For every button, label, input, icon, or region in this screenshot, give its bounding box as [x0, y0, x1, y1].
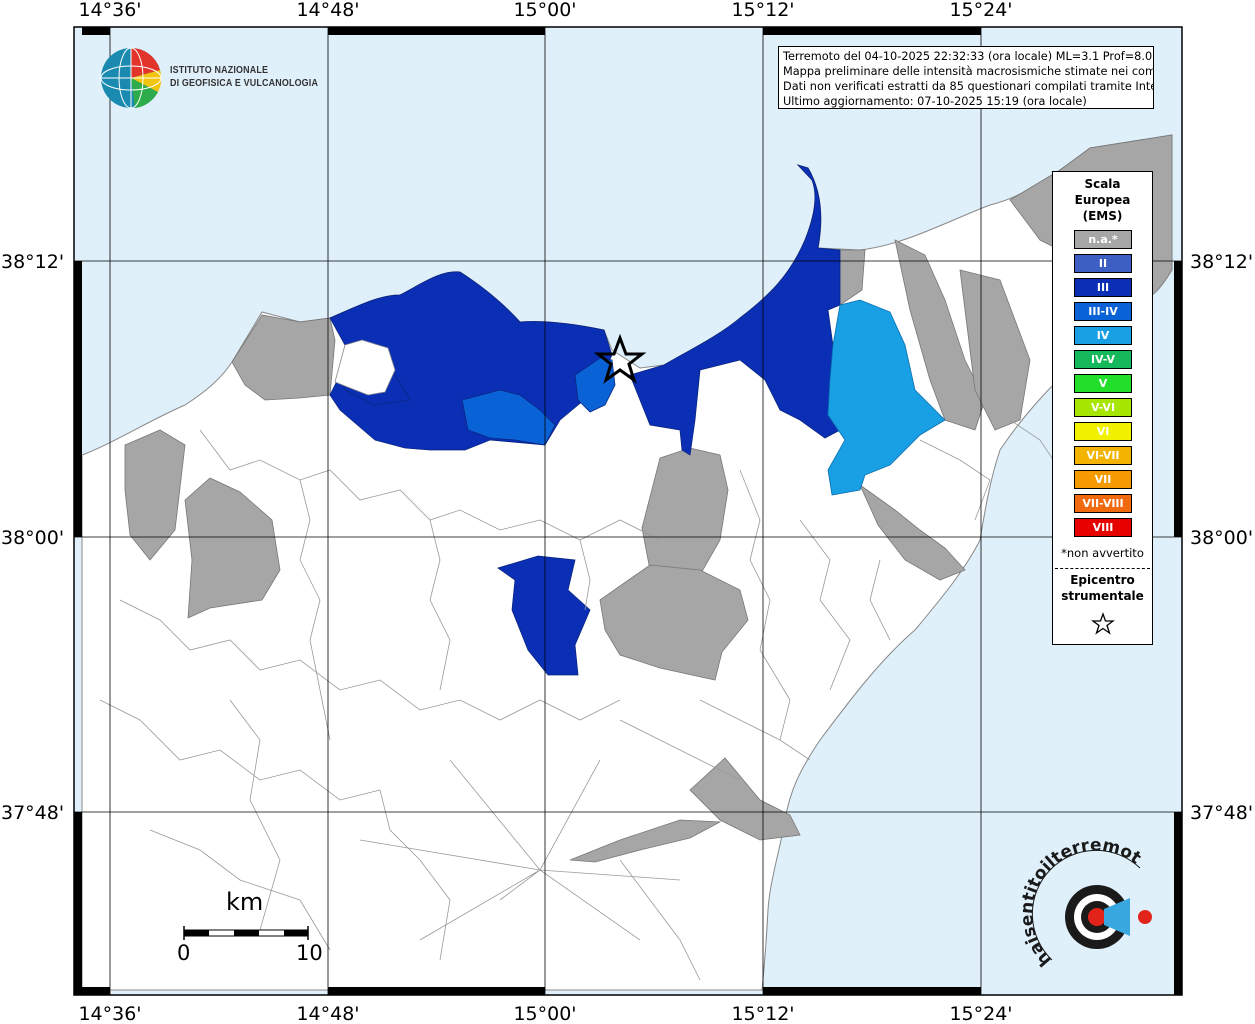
legend-item: V	[1074, 374, 1132, 393]
info-line: Mappa preliminare delle intensità macros…	[783, 65, 1154, 78]
legend-star-icon	[1091, 612, 1115, 635]
legend-item: IV	[1074, 326, 1132, 345]
scale-max-label: 10	[296, 941, 323, 965]
legend-item: VI-VII	[1074, 446, 1132, 465]
scale-min-label: 0	[177, 941, 191, 965]
top-tick-label: 14°36'	[78, 0, 141, 21]
intensity-legend: Scala Europea (EMS) n.a.* II III III-IV …	[1052, 171, 1153, 645]
bottom-tick-label: 15°24'	[949, 1003, 1012, 1024]
bottom-tick-label: 14°36'	[78, 1003, 141, 1024]
right-tick-label: 38°12'	[1190, 251, 1253, 273]
scale-unit-label: km	[226, 888, 264, 916]
legend-title: Scala Europea (EMS)	[1074, 177, 1131, 223]
legend-note: *non avvertito	[1061, 546, 1144, 560]
info-line: Ultimo aggiornamento: 07-10-2025 15:19 (…	[783, 95, 1087, 108]
legend-divider	[1055, 568, 1150, 569]
left-tick-label: 37°48'	[1, 802, 64, 824]
legend-item: II	[1074, 254, 1132, 273]
legend-item: n.a.*	[1074, 230, 1132, 249]
legend-item: V-VI	[1074, 398, 1132, 417]
info-line: Terremoto del 04-10-2025 22:32:33 (ora l…	[783, 50, 1154, 63]
legend-item: III-IV	[1074, 302, 1132, 321]
legend-item: VI	[1074, 422, 1132, 441]
bottom-tick-label: 15°00'	[513, 1003, 576, 1024]
earthquake-info-box: Terremoto del 04-10-2025 22:32:33 (ora l…	[778, 46, 1154, 109]
bottom-tick-label: 15°12'	[731, 1003, 794, 1024]
bottom-tick-label: 14°48'	[296, 1003, 359, 1024]
right-tick-label: 38°00'	[1190, 527, 1253, 549]
top-tick-label: 15°24'	[949, 0, 1012, 21]
legend-epicenter-label: Epicentro strumentale	[1061, 573, 1144, 603]
left-tick-label: 38°12'	[1, 251, 64, 273]
left-tick-label: 38°00'	[1, 527, 64, 549]
top-tick-label: 14°48'	[296, 0, 359, 21]
legend-item: VII	[1074, 470, 1132, 489]
ingv-globe-icon	[100, 47, 162, 109]
right-tick-label: 37°48'	[1190, 802, 1253, 824]
legend-item: VIII	[1074, 518, 1132, 537]
top-tick-label: 15°12'	[731, 0, 794, 21]
info-line: Dati non verificati estratti da 85 quest…	[783, 80, 1154, 93]
legend-item: VII-VIII	[1074, 494, 1132, 513]
legend-item: III	[1074, 278, 1132, 297]
top-tick-label: 15°00'	[513, 0, 576, 21]
ingv-logo-text: ISTITUTO NAZIONALE DI GEOFISICA E VULCAN…	[170, 64, 319, 89]
legend-item: IV-V	[1074, 350, 1132, 369]
